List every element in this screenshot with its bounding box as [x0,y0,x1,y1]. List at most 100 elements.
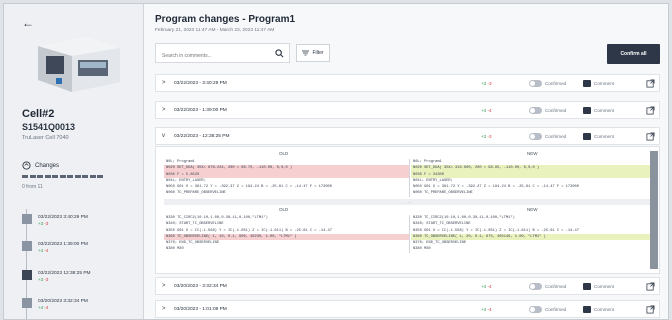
change-date: 03/20/2023 - 3:32:34 PM [174,283,227,289]
old-pane: N330 TC_CIRC2(10.10,1.00,0.30,11,0,100,"… [164,215,409,253]
chevron-right-icon[interactable]: > [162,306,170,312]
comment-label[interactable]: Comment [594,81,614,86]
timeline-marker [22,298,32,308]
timeline-date: 03/22/2023 1:39:00 PM [38,242,88,247]
comment-label[interactable]: Comment [594,307,614,312]
new-label: NEW [527,151,538,156]
change-row-expanded[interactable]: v 03/22/2023 - 12:38:25 PM +3 -3 Confirm… [155,127,660,145]
changes-icon [22,161,31,170]
added-count: +3 [38,277,44,282]
app-window: ← Cell#2 S1541Q0013 TruLaser Cell 7040 C… [3,3,669,320]
change-row[interactable]: > 03/22/2023 - 3:40:29 PM +3 -3 Confirme… [155,74,660,92]
removed-count: -4 [44,305,49,310]
added-count: +4 [481,107,487,113]
confirmed-label: Confirmed [545,133,567,139]
change-date: 03/22/2023 - 3:40:29 PM [174,80,227,86]
change-date: 03/20/2023 - 1:01:08 PM [174,306,227,312]
page-title: Program changes - Program1 [155,14,296,25]
confirmed-label: Confirmed [545,80,567,86]
confirmed-toggle[interactable] [529,107,542,114]
new-label: NEW [527,207,538,212]
search-box [155,43,290,65]
progress-label: 0 from 11 [22,184,43,190]
code-line: N380 M30 [413,247,431,252]
removed-count: -3 [44,221,49,226]
removed-count: -3 [487,133,492,139]
comment-icon[interactable] [583,80,591,87]
removed-count: -4 [44,248,49,253]
removed-count: -3 [44,277,49,282]
chevron-right-icon[interactable]: > [162,107,170,113]
external-link-icon[interactable] [646,282,655,291]
added-count: +4 [38,305,44,310]
search-input[interactable] [156,47,266,65]
confirmed-toggle[interactable] [529,283,542,290]
confirmed-toggle[interactable] [529,80,542,87]
comment-label[interactable]: Comment [594,284,614,289]
change-row[interactable]: > 03/22/2023 - 1:39:00 PM +4 -4 Confirme… [155,101,660,119]
diff-minimap[interactable] [650,151,658,269]
search-icon[interactable] [275,49,284,58]
changes-progress [22,175,103,178]
change-date: 03/22/2023 - 12:38:25 PM [174,133,230,139]
comment-icon[interactable] [583,107,591,114]
timeline-date: 03/22/2023 12:38:25 PM [38,271,91,276]
external-link-icon[interactable] [646,305,655,314]
new-pane: N330 TC_CIRC2(10.10,1.00,0.30,11,0,100,"… [411,215,656,253]
new-pane: N0L; Program1 N020 SET_DDA( 35X= 310.600… [411,159,656,197]
confirm-all-button[interactable]: Confirm all [607,44,660,64]
diff-panel: OLD NEW N0L; Program1 N020 SET_DDA( 35X=… [155,146,660,274]
comment-label[interactable]: Comment [594,134,614,139]
sidebar: ← Cell#2 S1541Q0013 TruLaser Cell 7040 C… [4,4,144,319]
old-label: OLD [279,151,289,156]
confirmed-toggle[interactable] [529,306,542,313]
filter-label: Filter [312,50,324,56]
added-count: +3 [38,221,44,226]
timeline-marker [22,270,32,280]
change-date: 03/22/2023 - 1:39:00 PM [174,107,227,113]
machine-image [16,26,134,98]
timeline-date: 03/20/2023 3:32:34 PM [38,299,88,304]
timeline-date: 03/22/2023 3:40:29 PM [38,215,88,220]
filter-button[interactable]: Filter [296,44,330,62]
changes-header: Changes [22,161,59,170]
code-line: N060 TC_PREPARE_OBSERVELINE [166,191,226,196]
timeline-item[interactable]: 03/22/2023 1:39:00 PM +4 -4 [22,241,88,254]
diff-collapsed-separator[interactable]: ... [164,199,654,205]
added-count: +3 [481,80,487,86]
change-row[interactable]: > 03/20/2023 - 1:01:08 PM +4 -4 Confirme… [155,300,660,318]
main-panel: Program changes - Program1 February 21, … [145,4,668,319]
external-link-icon[interactable] [646,106,655,115]
timeline-marker [22,241,32,251]
comment-icon[interactable] [583,133,591,140]
chevron-right-icon[interactable]: > [162,283,170,289]
comment-icon[interactable] [583,306,591,313]
comment-icon[interactable] [583,283,591,290]
confirmed-label: Confirmed [545,283,567,289]
external-link-icon[interactable] [646,132,655,141]
external-link-icon[interactable] [646,79,655,88]
comment-label[interactable]: Comment [594,108,614,113]
timeline-item-active[interactable]: 03/22/2023 12:38:25 PM +3 -3 [22,270,91,283]
chevron-right-icon[interactable]: > [162,80,170,86]
diff-block: OLD NEW N330 TC_CIRC2(10.10,1.00,0.30,11… [164,207,656,267]
added-count: +4 [38,248,44,253]
pane-divider [409,215,410,253]
added-count: +4 [481,283,487,289]
removed-count: -4 [487,306,492,312]
date-range: February 21, 2023 11:47 AM - March 23, 2… [155,28,275,33]
old-pane: N0L; Program1 N020 SET_DDA( 35X= 678.244… [164,159,409,197]
change-row[interactable]: > 03/20/2023 - 3:32:34 PM +4 -4 Confirme… [155,277,660,295]
removed-count: -4 [487,283,492,289]
code-line: N380 M30 [166,247,184,252]
timeline-item[interactable]: 03/22/2023 3:40:29 PM +3 -3 [22,214,88,227]
confirmed-toggle[interactable] [529,133,542,140]
cell-name: Cell#2 [22,108,55,120]
removed-count: -3 [487,80,492,86]
timeline-marker [22,214,32,224]
chevron-down-icon[interactable]: v [162,133,170,139]
confirmed-label: Confirmed [545,306,567,312]
timeline-item[interactable]: 03/20/2023 3:32:34 PM +4 -4 [22,298,88,311]
added-count: +3 [481,133,487,139]
serial-number: S1541Q0013 [22,122,76,132]
